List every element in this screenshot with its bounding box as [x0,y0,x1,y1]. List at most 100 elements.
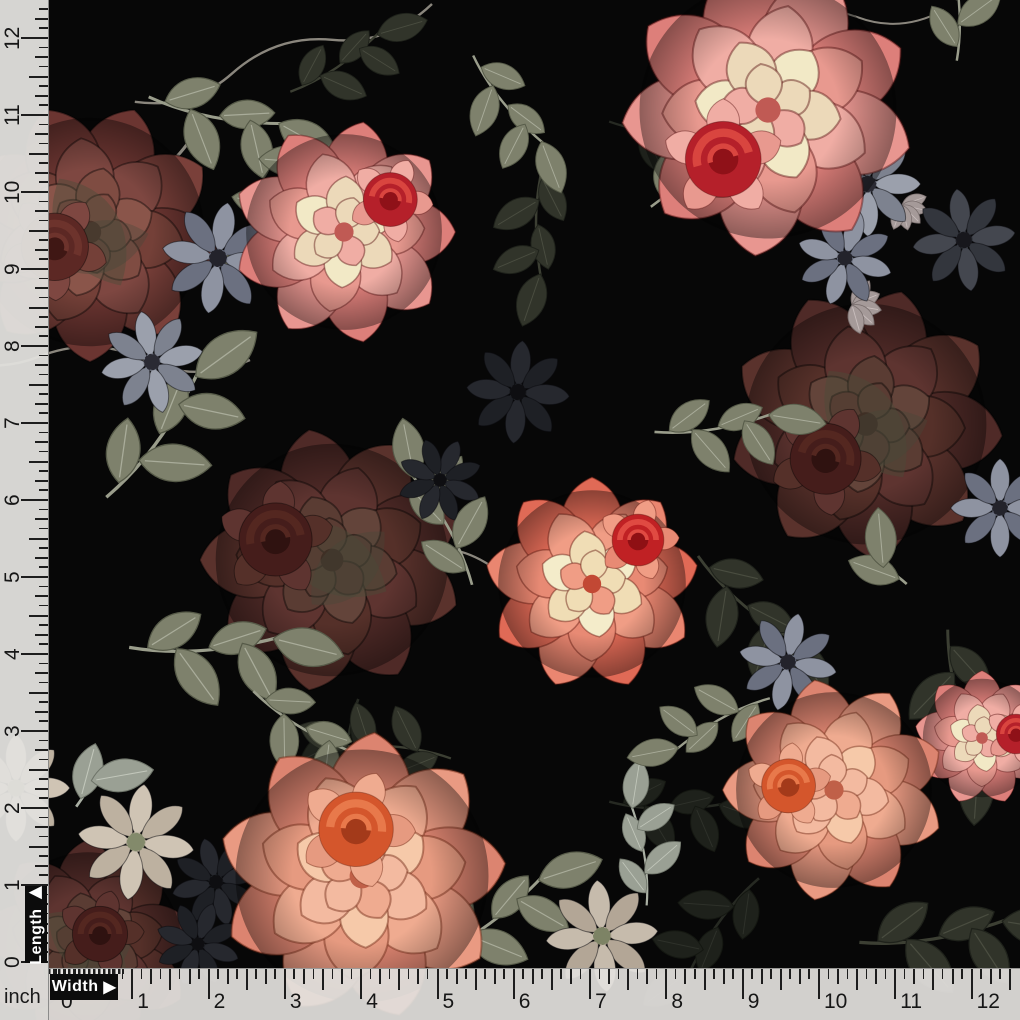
ruler-tick [875,969,877,984]
ruler-tick [160,969,162,979]
ruler-tick [29,76,48,78]
ruler-tick [39,8,48,10]
ruler-tick [29,307,48,309]
ruler-tick [39,432,48,434]
width-badge-label: Width [52,978,99,996]
ruler-tick [39,509,48,511]
ruler-tick [961,969,963,979]
ruler-number: 2 [214,990,226,1014]
ruler-tick [770,969,772,979]
ruler-tick [866,969,868,979]
ruler-tick [656,969,658,979]
ruler-tick [29,538,48,540]
ruler-number: 10 [824,990,847,1014]
ruler-tick [169,969,171,990]
ruler-number: 2 [0,786,26,830]
ruler-tick [39,663,48,665]
ruler-tick [198,969,200,979]
ruler-number: 10 [0,170,26,214]
ruler-tick [29,384,48,386]
ruler-tick [284,969,286,999]
ruler-tick [599,969,601,979]
ruler-number: 11 [900,990,922,1014]
ruler-tick [1009,969,1011,990]
ruler-tick [35,133,48,135]
ruler-tick [923,969,925,979]
ruler-tick [29,153,48,155]
ruler-tick [217,969,219,979]
ruler-number: 6 [519,990,531,1014]
ruler-tick [39,143,48,145]
ruler-tick [39,817,48,819]
ruler-tick [35,711,48,713]
ruler-tick [303,969,305,984]
ruler-tick [952,969,954,984]
ruler-tick [39,27,48,29]
ruler-tick [980,969,982,979]
ruler-tick [971,969,973,999]
ruler-number: 3 [0,709,26,753]
ruler-tick [541,969,543,979]
vertical-ruler: 0123456789101112 Length ▶ inch [0,0,49,1020]
ruler-tick [39,412,48,414]
ruler-tick [35,826,48,828]
ruler-tick [35,672,48,674]
ruler-tick [589,969,591,999]
ruler-number: 12 [0,16,26,60]
ruler-tick [39,855,48,857]
ruler-tick [29,461,48,463]
ruler-tick [122,969,124,979]
ruler-tick [818,969,820,999]
ruler-tick [437,969,439,999]
ruler-tick [179,969,181,979]
ruler-tick [503,969,505,979]
ruler-tick [35,287,48,289]
ruler-tick [646,969,648,984]
ruler-tick [189,969,191,984]
ruler-tick [322,969,324,990]
ruler-tick [29,769,48,771]
length-badge-label: Length [28,909,45,965]
ruler-tick [847,969,849,979]
ruler-tick [39,316,48,318]
ruler-tick [35,441,48,443]
ruler-tick [39,797,48,799]
ruler-tick [131,969,133,999]
ruler-tick [39,162,48,164]
ruler-tick [570,969,572,984]
ruler-tick [789,969,791,979]
ruler-tick [446,969,448,979]
ruler-number: 8 [671,990,683,1014]
ruler-tick [39,528,48,530]
ruler-tick [913,969,915,984]
ruler-tick [332,969,334,979]
ruler-tick [704,969,706,990]
ruler-tick [39,701,48,703]
ruler-tick [39,335,48,337]
ruler-tick [39,778,48,780]
ruler-tick [39,85,48,87]
ruler-tick [35,210,48,212]
length-badge: Length ▶ [25,886,47,963]
ruler-tick [637,969,639,979]
ruler-tick [35,326,48,328]
ruler-tick [39,220,48,222]
ruler-tick [808,969,810,979]
ruler-tick [208,969,210,999]
ruler-tick [39,470,48,472]
ruler-tick [39,239,48,241]
ruler-tick [39,643,48,645]
ruler-number: 0 [0,940,26,984]
ruler-tick [942,969,944,979]
ruler-number: 4 [0,632,26,676]
ruler-number: 11 [0,93,26,137]
ruler-tick [932,969,934,990]
ruler-tick [494,969,496,984]
ruler-tick [417,969,419,984]
ruler-tick [29,615,48,617]
ruler-tick [723,969,725,984]
ruler-tick [799,969,801,984]
horizontal-ruler: 0123456789101112 Width▶ [48,968,1020,1020]
ruler-tick [484,969,486,979]
ruler-tick [780,969,782,990]
